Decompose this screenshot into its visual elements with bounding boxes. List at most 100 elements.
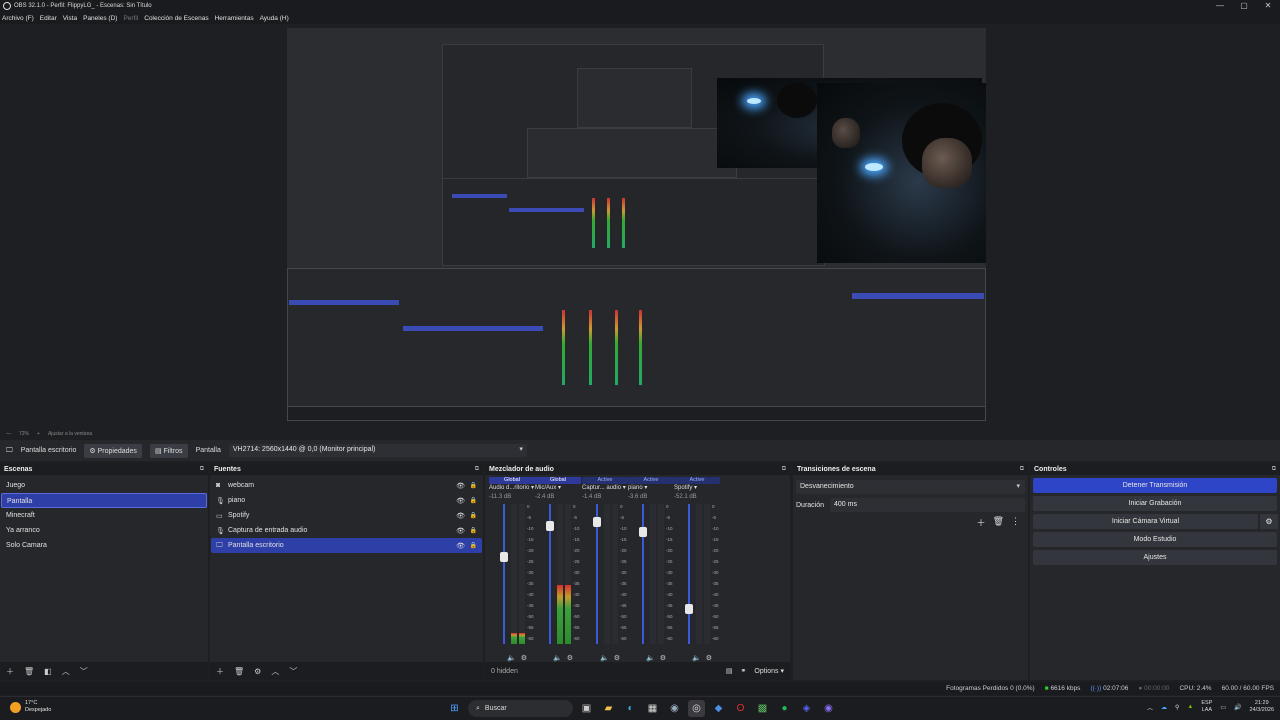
network-icon[interactable]: ▭ (1220, 704, 1226, 711)
menu-ayuda[interactable]: Ayuda (H) (260, 15, 289, 22)
taskbar-search[interactable]: ⌕ Buscar (468, 700, 573, 717)
menu-editar[interactable]: Editar (40, 15, 57, 22)
volume-knob[interactable] (685, 604, 693, 614)
scene-filters-button[interactable]: ◧ (44, 667, 52, 676)
volume-knob[interactable] (546, 521, 554, 531)
volume-slider[interactable] (639, 504, 647, 644)
channel-menu-icon[interactable]: ⚙ (614, 654, 620, 662)
nvidia-icon[interactable]: ▲ (1187, 704, 1193, 710)
popout-icon[interactable]: ⧉ (1020, 466, 1024, 473)
scene-item-minecraft[interactable]: Minecraft (1, 508, 207, 523)
scene-item-solo-camara[interactable]: Solo Camara (1, 538, 207, 553)
add-source-button[interactable]: ＋ (216, 666, 224, 677)
properties-button[interactable]: ⚙ Propiedades (84, 443, 142, 458)
scene-item-juego[interactable]: Juego (1, 478, 207, 493)
visibility-eye-icon[interactable]: 👁 (456, 482, 465, 490)
volume-slider[interactable] (546, 504, 554, 644)
preview-canvas[interactable] (287, 28, 986, 421)
source-item-webcam[interactable]: ◙ webcam 👁 🔒 (211, 478, 482, 493)
volume-knob[interactable] (593, 517, 601, 527)
channel-menu-icon[interactable]: ⚙ (521, 654, 527, 662)
channel-menu-icon[interactable]: ⚙ (706, 654, 712, 662)
usb-icon[interactable]: ⚲ (1175, 704, 1179, 711)
language-indicator[interactable]: ESP LAA (1201, 700, 1212, 714)
virtual-camera-button[interactable]: Iniciar Cámara Virtual ⚙ (1033, 514, 1278, 529)
windows-start-icon[interactable]: ⊞ (446, 700, 463, 717)
source-properties-button[interactable]: ⚙ (254, 667, 261, 676)
menu-archivo[interactable]: Archivo (F) (2, 15, 34, 22)
mixer-options-button[interactable]: Options ▾ (754, 667, 784, 675)
volume-knob[interactable] (500, 552, 508, 562)
popout-icon[interactable]: ⧉ (1272, 466, 1276, 473)
channel-menu-icon[interactable]: ⚙ (660, 654, 666, 662)
store-icon[interactable]: ▦ (644, 700, 661, 717)
weather-widget[interactable]: 17°C Despejado (10, 700, 51, 714)
popout-icon[interactable]: ⧉ (475, 466, 479, 473)
visibility-eye-icon[interactable]: 👁 (456, 527, 465, 535)
discord-icon[interactable]: ◈ (798, 700, 815, 717)
chevron-up-icon[interactable]: ︿ (1147, 703, 1153, 712)
channel-name[interactable]: Audio d...ritorio ▾ (489, 484, 535, 493)
menu-perfil[interactable]: Perfil (123, 15, 138, 22)
zoom-out-button[interactable]: — (6, 431, 11, 437)
move-down-button[interactable]: ﹀ (289, 666, 297, 677)
app-icon[interactable]: ◆ (710, 700, 727, 717)
app-icon[interactable]: ◉ (820, 700, 837, 717)
preview-area[interactable] (0, 24, 1280, 428)
move-up-button[interactable]: ︿ (62, 666, 70, 677)
remove-source-button[interactable]: 🗑 (234, 667, 244, 676)
zoom-in-button[interactable]: + (37, 431, 40, 437)
file-explorer-icon[interactable]: ▰ (600, 700, 617, 717)
lock-icon[interactable]: 🔒 (470, 497, 477, 504)
move-down-button[interactable]: ﹀ (80, 666, 88, 677)
lock-icon[interactable]: 🔒 (470, 482, 477, 489)
source-item-spotify[interactable]: ▭ Spotify 👁 🔒 (211, 508, 482, 523)
zoom-fit-label[interactable]: Ajustar a la ventana (48, 431, 92, 437)
channel-name[interactable]: piano ▾ (628, 484, 674, 493)
speaker-icon[interactable]: 🔈 (507, 654, 516, 662)
transition-select[interactable]: Desvanecimiento (796, 480, 1025, 494)
visibility-eye-icon[interactable]: 👁 (456, 512, 465, 520)
steam-icon[interactable]: ◉ (666, 700, 683, 717)
remove-scene-button[interactable]: 🗑 (24, 667, 34, 676)
edge-icon[interactable]: ◐ (622, 700, 639, 717)
display-select[interactable]: VH2714: 2560x1440 @ 0,0 (Monitor princip… (228, 444, 527, 457)
add-scene-button[interactable]: ＋ (6, 666, 14, 677)
scene-item-pantalla[interactable]: Pantalla (1, 493, 207, 508)
filters-button[interactable]: ▤ Filtros (149, 443, 188, 458)
opera-icon[interactable]: O (732, 700, 749, 717)
channel-name[interactable]: Spotify ▾ (674, 484, 720, 493)
add-transition-button[interactable]: ＋ (977, 516, 986, 529)
channel-menu-icon[interactable]: ⚙ (567, 654, 573, 662)
mixer-layout-button[interactable]: ▤ (726, 667, 733, 675)
obs-taskbar-icon[interactable]: ◎ (688, 700, 705, 717)
clock[interactable]: 21:29 24/3/2026 (1250, 700, 1274, 714)
visibility-eye-icon[interactable]: 👁 (456, 542, 465, 550)
menu-coleccion-escenas[interactable]: Colección de Escenas (144, 15, 208, 22)
popout-icon[interactable]: ⧉ (782, 466, 786, 473)
lock-icon[interactable]: 🔒 (470, 527, 477, 534)
cloud-icon[interactable]: ☁ (1161, 704, 1167, 711)
spotify-icon[interactable]: ● (776, 700, 793, 717)
volume-icon[interactable]: 🔊 (1234, 704, 1241, 711)
maximize-button[interactable]: ▢ (1232, 0, 1256, 12)
visibility-eye-icon[interactable]: 👁 (456, 497, 465, 505)
stop-stream-button[interactable]: Detener Transmisión (1033, 478, 1277, 493)
duration-input[interactable]: 400 ms (830, 498, 1025, 512)
scene-item-ya-arranco[interactable]: Ya arranco (1, 523, 207, 538)
menu-herramientas[interactable]: Herramientas (215, 15, 254, 22)
remove-transition-button[interactable]: 🗑 (993, 516, 1004, 529)
volume-slider[interactable] (500, 504, 508, 644)
source-item-captura-audio[interactable]: 🎙 Captura de entrada audio 👁 🔒 (211, 523, 482, 538)
menu-paneles[interactable]: Paneles (D) (83, 15, 117, 22)
volume-knob[interactable] (639, 527, 647, 537)
virtual-camera-settings-icon[interactable]: ⚙ (1260, 514, 1278, 529)
transition-menu-button[interactable]: ⋮ (1011, 516, 1020, 529)
popout-icon[interactable]: ⧉ (200, 466, 204, 473)
settings-button[interactable]: Ajustes (1033, 550, 1277, 565)
move-up-button[interactable]: ︿ (271, 666, 279, 677)
speaker-icon[interactable]: 🔈 (646, 654, 655, 662)
lock-icon[interactable]: 🔒 (470, 512, 477, 519)
task-view-icon[interactable]: ▣ (578, 700, 595, 717)
channel-name[interactable]: Captur... audio ▾ (582, 484, 628, 493)
